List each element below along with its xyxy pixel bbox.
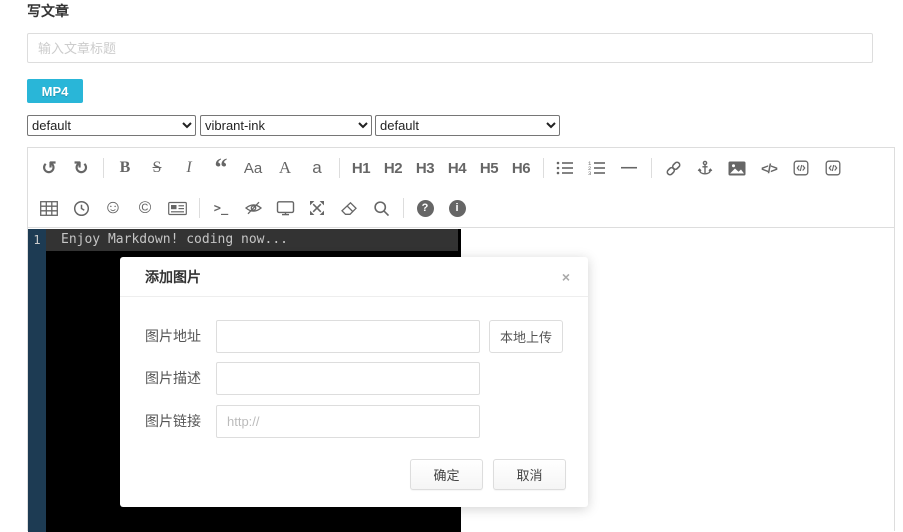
preview-monitor-icon[interactable] — [273, 195, 297, 221]
editor-toolbar: ↺ ↻ B S I “ Aa A a H1 H2 H3 H4 H5 H6 — [28, 148, 894, 228]
fullscreen-icon[interactable] — [305, 195, 329, 221]
toolbar-separator — [103, 158, 104, 178]
goto-line-icon[interactable]: >_ — [209, 195, 233, 221]
image-link-label: 图片链接 — [145, 405, 209, 438]
image-url-input[interactable] — [216, 320, 480, 353]
toolbar-separator — [199, 198, 200, 218]
info-glyph: i — [449, 200, 466, 217]
toolbar-separator — [543, 158, 544, 178]
redo-icon[interactable]: ↻ — [69, 155, 93, 181]
strikethrough-icon[interactable]: S — [145, 155, 169, 181]
mp4-button[interactable]: MP4 — [27, 79, 83, 103]
toolbar-separator — [403, 198, 404, 218]
horizontal-rule-icon[interactable]: — — [617, 155, 641, 181]
active-line-highlight: Enjoy Markdown! coding now... — [46, 229, 458, 251]
uppercase-icon[interactable]: Aa — [241, 155, 265, 181]
clear-eraser-icon[interactable] — [337, 195, 361, 221]
toolbar-row-1: ↺ ↻ B S I “ Aa A a H1 H2 H3 H4 H5 H6 — [28, 148, 894, 188]
search-icon[interactable] — [369, 195, 393, 221]
h6-button[interactable]: H6 — [509, 155, 533, 181]
svg-text:3: 3 — [588, 170, 591, 176]
select-default-1[interactable]: default — [27, 115, 196, 136]
h3-button[interactable]: H3 — [413, 155, 437, 181]
help-icon[interactable]: ? — [413, 195, 437, 221]
select-default-2[interactable]: default — [375, 115, 560, 136]
image-description-label: 图片描述 — [145, 362, 209, 395]
anchor-icon[interactable] — [693, 155, 717, 181]
h2-button[interactable]: H2 — [381, 155, 405, 181]
ucfirst-icon[interactable]: A — [273, 155, 297, 181]
preformatted-text-icon[interactable] — [789, 155, 813, 181]
bold-icon[interactable]: B — [113, 155, 137, 181]
toolbar-separator — [651, 158, 652, 178]
datetime-icon[interactable] — [69, 195, 93, 221]
article-title-input[interactable] — [27, 33, 873, 63]
image-icon[interactable] — [725, 155, 749, 181]
table-icon[interactable] — [37, 195, 61, 221]
italic-icon[interactable]: I — [177, 155, 201, 181]
quote-icon[interactable]: “ — [209, 155, 233, 181]
toolbar-separator — [339, 158, 340, 178]
code-block-icon[interactable] — [821, 155, 845, 181]
watch-eye-slash-icon[interactable] — [241, 195, 265, 221]
h5-button[interactable]: H5 — [477, 155, 501, 181]
line-number: 1 — [28, 229, 46, 251]
image-link-input[interactable] — [216, 405, 480, 438]
confirm-button[interactable]: 确定 — [410, 459, 483, 490]
page-title: 写文章 — [27, 1, 69, 21]
image-description-input[interactable] — [216, 362, 480, 395]
close-icon[interactable]: × — [562, 257, 570, 297]
code-line-text: Enjoy Markdown! coding now... — [46, 229, 458, 251]
h1-button[interactable]: H1 — [349, 155, 373, 181]
pagebreak-icon[interactable] — [165, 195, 189, 221]
image-url-label: 图片地址 — [145, 320, 209, 353]
emoji-icon[interactable]: ☺ — [101, 195, 125, 221]
link-icon[interactable] — [661, 155, 685, 181]
cancel-button[interactable]: 取消 — [493, 459, 566, 490]
h4-button[interactable]: H4 — [445, 155, 469, 181]
code-icon[interactable]: </> — [757, 155, 781, 181]
info-icon[interactable]: i — [445, 195, 469, 221]
undo-icon[interactable]: ↺ — [37, 155, 61, 181]
dialog-title: 添加图片 — [145, 269, 201, 285]
list-ol-icon[interactable]: 123 — [585, 155, 609, 181]
add-image-dialog: 添加图片 × 图片地址 本地上传 图片描述 图片链接 确定 取消 — [120, 257, 588, 507]
html-entities-icon[interactable]: © — [133, 195, 157, 221]
list-ul-icon[interactable] — [553, 155, 577, 181]
local-upload-button[interactable]: 本地上传 — [489, 320, 563, 353]
line-number-gutter: 1 — [28, 229, 46, 532]
lowercase-icon[interactable]: a — [305, 155, 329, 181]
toolbar-row-2: ☺ © >_ — [28, 188, 894, 228]
help-glyph: ? — [417, 200, 434, 217]
dialog-header: 添加图片 × — [120, 257, 588, 297]
select-theme[interactable]: vibrant-ink — [200, 115, 372, 136]
